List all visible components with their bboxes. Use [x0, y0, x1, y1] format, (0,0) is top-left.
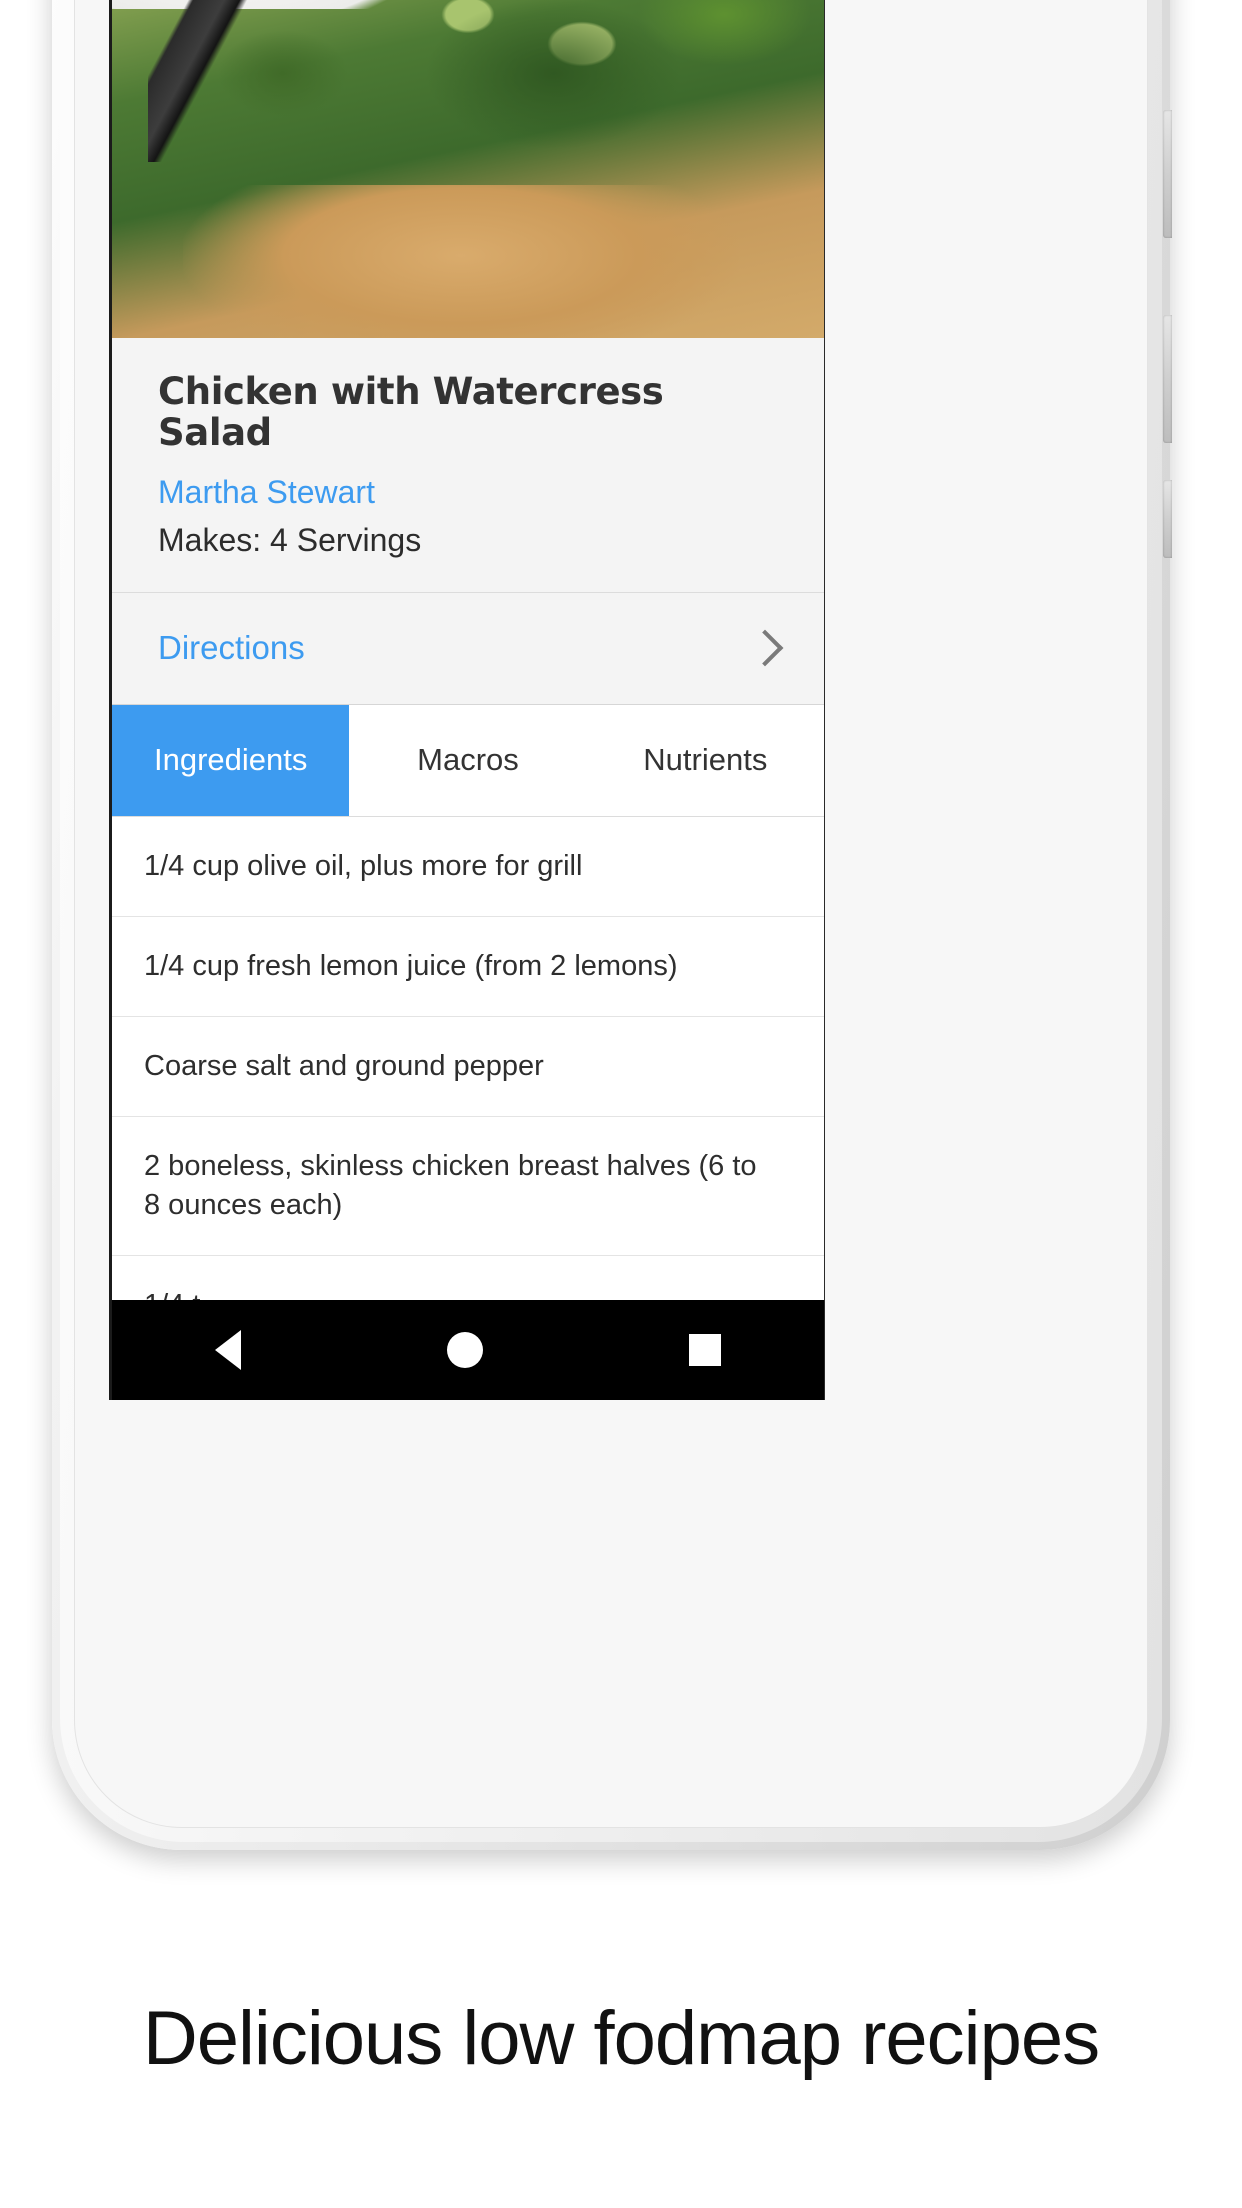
phone-screen: Chicken with Watercress Salad Martha Ste…: [109, 0, 825, 1400]
page-title: Chicken with Watercress Salad: [158, 370, 664, 454]
directions-label: Directions: [158, 629, 305, 667]
recipe-tabs: Ingredients Macros Nutrients: [112, 704, 824, 817]
recipe-hero-image[interactable]: [112, 0, 824, 338]
chicken-shape: [183, 185, 739, 338]
square-recents-icon[interactable]: [689, 1334, 721, 1366]
ingredients-list[interactable]: 1/4 cup olive oil, plus more for grill 1…: [112, 816, 824, 1357]
screenshot-stage: Chicken with Watercress Salad Martha Ste…: [0, 0, 1242, 2208]
recipe-author-link[interactable]: Martha Stewart: [158, 471, 778, 514]
tab-nutrients[interactable]: Nutrients: [586, 704, 824, 816]
recipe-meta: Chicken with Watercress Salad Martha Ste…: [112, 338, 824, 593]
circle-home-icon[interactable]: [447, 1332, 483, 1368]
android-navigation-bar: [112, 1300, 824, 1400]
triangle-back-icon[interactable]: [215, 1330, 241, 1370]
list-item[interactable]: 1/4 cup olive oil, plus more for grill: [112, 817, 824, 917]
recipe-servings: Makes: 4 Servings: [158, 521, 422, 558]
volume-down-button[interactable]: [1163, 315, 1172, 443]
power-button[interactable]: [1163, 480, 1172, 558]
tab-ingredients[interactable]: Ingredients: [112, 704, 350, 816]
recipe-app: Chicken with Watercress Salad Martha Ste…: [112, 0, 824, 1400]
list-item[interactable]: Coarse salt and ground pepper: [112, 1017, 824, 1118]
fork-icon: [147, 0, 262, 162]
volume-up-button[interactable]: [1163, 110, 1172, 238]
directions-row[interactable]: Directions: [112, 592, 824, 705]
list-item[interactable]: 2 boneless, skinless chicken breast halv…: [112, 1117, 824, 1257]
list-item[interactable]: 1/4 cup fresh lemon juice (from 2 lemons…: [112, 917, 824, 1018]
chevron-right-icon: [746, 629, 784, 667]
caption-text: Delicious low fodmap recipes: [142, 1996, 1100, 2081]
tab-macros[interactable]: Macros: [349, 704, 587, 816]
